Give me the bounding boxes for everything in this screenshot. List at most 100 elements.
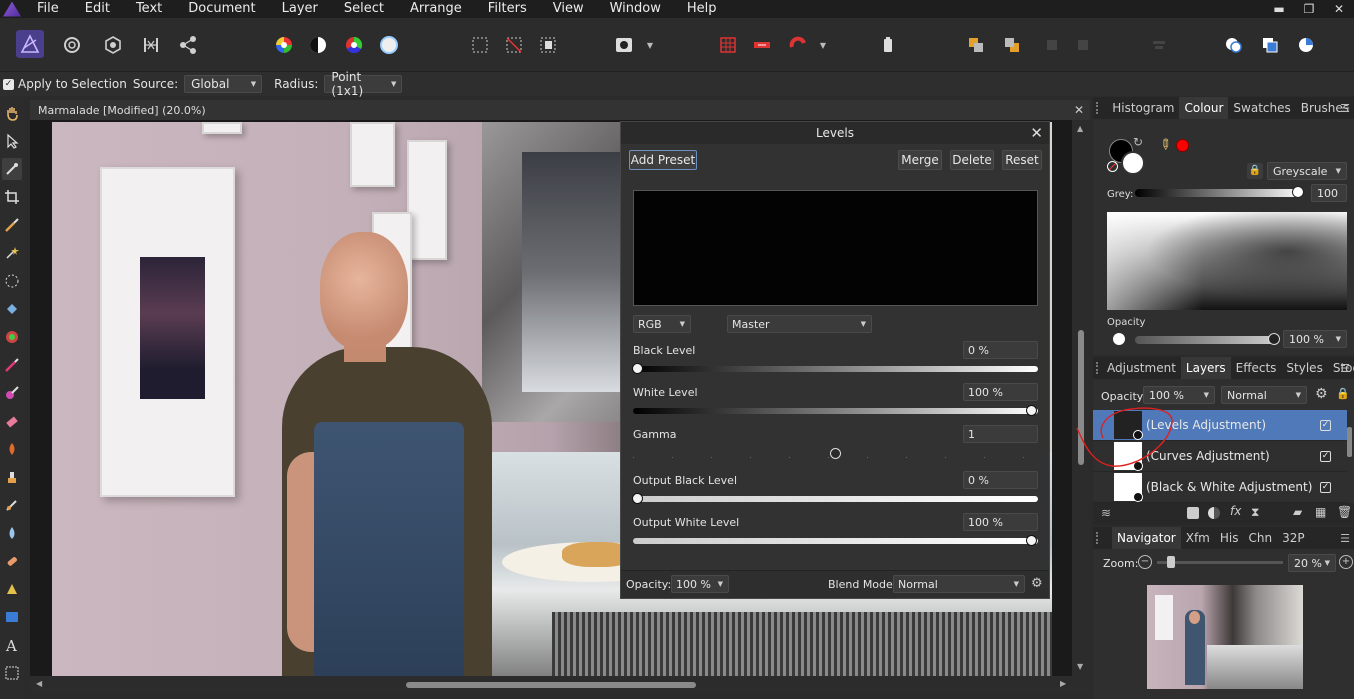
menu-layer[interactable]: Layer <box>269 0 331 18</box>
tab-effects[interactable]: Effects <box>1231 357 1282 379</box>
snapping-bounds-icon[interactable] <box>750 33 774 57</box>
colour-picker-tool-icon[interactable] <box>2 158 22 180</box>
scroll-left-icon[interactable]: ◀ <box>36 679 42 688</box>
layers-scroll-thumb[interactable] <box>1347 427 1352 457</box>
tab-adjustment[interactable]: Adjustment <box>1102 357 1181 379</box>
tab-layers[interactable]: Layers <box>1180 357 1231 379</box>
horizontal-scroll-thumb[interactable] <box>406 682 696 688</box>
document-tab[interactable]: Marmalade [Modified] (20.0%) ✕ <box>30 100 1090 120</box>
folder-icon[interactable]: ▰ <box>1293 505 1302 519</box>
paint-brush-icon[interactable] <box>2 354 22 376</box>
lock-icon[interactable]: 🔒 <box>1336 387 1350 400</box>
layer-row-curves[interactable]: (Curves Adjustment) ✓ <box>1093 441 1347 472</box>
black-level-field[interactable]: 0 % <box>963 341 1038 359</box>
white-level-handle[interactable] <box>1026 405 1037 416</box>
zoom-in-icon[interactable]: + <box>1339 555 1353 569</box>
levels-titlebar[interactable]: Levels ✕ <box>621 122 1049 144</box>
panel-menu-icon[interactable]: ☰ <box>1340 102 1350 115</box>
add-pixel-layer-icon[interactable]: ▦ <box>1315 505 1326 519</box>
scroll-right-icon[interactable]: ▶ <box>1060 679 1066 688</box>
scroll-up-icon[interactable]: ▲ <box>1077 124 1083 133</box>
panel-grip-icon[interactable] <box>1096 532 1108 544</box>
deselect-icon[interactable] <box>502 33 526 57</box>
tab-styles[interactable]: Styles <box>1281 357 1327 379</box>
colour-model-select[interactable]: Greyscale ▼ <box>1267 162 1347 180</box>
tab-channels[interactable]: Chn <box>1243 527 1277 549</box>
inpainting-icon[interactable] <box>2 550 22 572</box>
gamma-handle[interactable] <box>830 448 841 459</box>
menu-help[interactable]: Help <box>674 0 730 18</box>
tab-colour[interactable]: Colour <box>1179 97 1229 119</box>
menu-filters[interactable]: Filters <box>475 0 540 18</box>
output-black-slider[interactable] <box>632 493 1038 504</box>
menu-window[interactable]: Window <box>597 0 674 18</box>
erase-brush-icon[interactable] <box>2 410 22 432</box>
channel-select[interactable]: RGB ▼ <box>633 315 691 333</box>
panel-grip-icon[interactable] <box>1096 362 1098 374</box>
panel-menu-icon[interactable]: ☰ <box>1340 532 1350 545</box>
menu-document[interactable]: Document <box>175 0 268 18</box>
output-white-field[interactable]: 100 % <box>963 513 1038 531</box>
black-level-slider[interactable] <box>632 363 1038 374</box>
marquee-selection-icon[interactable] <box>468 33 492 57</box>
grey-slider-handle[interactable] <box>1292 186 1304 198</box>
mode-select[interactable]: Master ▼ <box>727 315 872 333</box>
layer-row-black-white[interactable]: (Black & White Adjustment) ✓ <box>1093 472 1347 503</box>
menu-arrange[interactable]: Arrange <box>397 0 475 18</box>
trash-icon[interactable]: 🗑 <box>1337 505 1352 519</box>
marquee-tool-icon[interactable] <box>2 270 22 292</box>
hsl-icon[interactable] <box>272 33 296 57</box>
layer-row-levels[interactable]: (Levels Adjustment) ✓ <box>1093 410 1347 441</box>
blend-mode-select[interactable]: Normal ▼ <box>893 575 1025 593</box>
add-preset-button[interactable]: Add Preset <box>629 150 697 170</box>
colour-opacity-field[interactable]: 100 % ▼ <box>1283 330 1347 348</box>
merge-button[interactable]: Merge <box>898 150 942 170</box>
vertical-scroll-thumb[interactable] <box>1078 330 1084 465</box>
photo-persona-icon[interactable] <box>16 30 44 58</box>
colour-replacement-icon[interactable] <box>2 382 22 404</box>
invert-selection-icon[interactable] <box>536 33 560 57</box>
output-white-handle[interactable] <box>1026 535 1037 546</box>
close-document-icon[interactable]: ✕ <box>1074 103 1084 117</box>
swap-colours-icon[interactable]: ↻ <box>1133 135 1143 149</box>
gear-icon[interactable]: ⚙ <box>1031 576 1043 591</box>
radius-select[interactable]: Point (1x1) ▼ <box>324 70 403 98</box>
panel-menu-icon[interactable]: ☰ <box>1340 362 1350 375</box>
snapping-dropdown[interactable]: ▼ <box>817 33 829 57</box>
white-balance-icon[interactable] <box>377 33 401 57</box>
assistant-icon[interactable] <box>876 33 900 57</box>
move-tool-icon[interactable] <box>2 130 22 152</box>
menu-view[interactable]: View <box>540 0 597 18</box>
align-icon[interactable] <box>1147 33 1171 57</box>
panel-grip-icon[interactable] <box>1096 102 1103 114</box>
zoom-slider[interactable] <box>1157 556 1283 568</box>
layer-visibility-checkbox[interactable]: ✓ <box>1320 481 1331 493</box>
tab-32bit-preview[interactable]: 32P <box>1277 527 1310 549</box>
gamma-slider[interactable] <box>633 448 1038 460</box>
blur-tool-icon[interactable] <box>2 522 22 544</box>
dodge-burn-icon[interactable] <box>2 438 22 460</box>
colour-gradient-box[interactable] <box>1107 212 1347 310</box>
close-icon[interactable]: ✕ <box>1030 124 1043 142</box>
fx-icon[interactable]: fx <box>1230 504 1241 518</box>
restore-button[interactable]: ❐ <box>1294 0 1324 18</box>
arrange-back-icon[interactable] <box>1040 33 1064 57</box>
text-tool-icon[interactable]: A <box>2 634 22 656</box>
tab-history[interactable]: His <box>1215 527 1244 549</box>
move-forward-icon[interactable] <box>964 33 988 57</box>
levels-adjust-icon[interactable] <box>306 33 330 57</box>
layer-opacity-select[interactable]: 100 % ▼ <box>1143 386 1215 404</box>
reset-button[interactable]: Reset <box>1002 150 1042 170</box>
source-select[interactable]: Global ▼ <box>184 75 263 93</box>
white-level-field[interactable]: 100 % <box>963 383 1038 401</box>
colour-opacity-handle[interactable] <box>1268 333 1280 345</box>
quick-mask-icon[interactable] <box>612 33 636 57</box>
navigator-thumbnail[interactable] <box>1147 585 1303 689</box>
clone-tool-icon[interactable] <box>2 466 22 488</box>
liquify-persona-icon[interactable] <box>60 33 84 57</box>
snapping-grid-icon[interactable] <box>716 33 740 57</box>
minimize-button[interactable]: ▬ <box>1264 0 1294 18</box>
apply-to-selection-checkbox[interactable]: ✓ <box>3 78 14 90</box>
quick-mask-dropdown[interactable]: ▼ <box>644 33 656 57</box>
grey-value-field[interactable]: 100 <box>1311 184 1347 202</box>
